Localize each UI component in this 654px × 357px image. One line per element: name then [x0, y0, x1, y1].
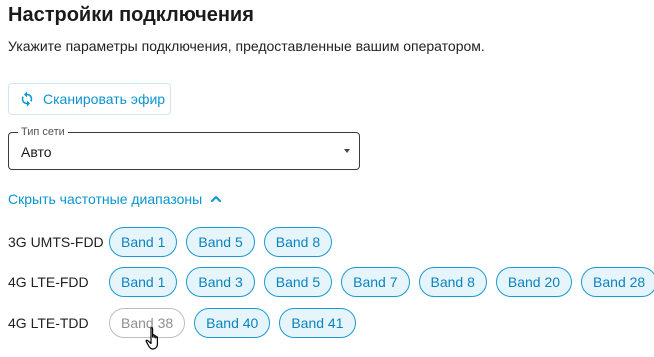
band-group-4g-lte-fdd: Band 1 Band 3 Band 5 Band 7 Band 8 Band … — [109, 267, 654, 297]
page-subtitle: Укажите параметры подключения, предостав… — [8, 38, 485, 54]
band-chip[interactable]: Band 8 — [418, 267, 487, 297]
band-chip[interactable]: Band 8 — [263, 227, 333, 257]
hide-bands-label: Скрыть частотные диапазоны — [8, 191, 203, 207]
band-chip[interactable]: Band 41 — [279, 308, 356, 338]
band-chip[interactable]: Band 7 — [341, 267, 410, 297]
network-type-select[interactable]: Тип сети Авто — [8, 125, 360, 170]
dropdown-arrow-icon — [344, 149, 350, 153]
band-chip[interactable]: Band 5 — [263, 267, 333, 297]
band-group-label-4g-lte-tdd: 4G LTE-TDD — [8, 315, 89, 331]
network-type-legend: Тип сети — [18, 125, 68, 139]
scan-air-label: Сканировать эфир — [43, 91, 166, 107]
network-type-value: Авто — [21, 144, 52, 160]
scan-air-button[interactable]: Сканировать эфир — [8, 83, 171, 115]
page-title: Настройки подключения — [8, 4, 254, 26]
band-group-3g-umts-fdd: Band 1 Band 5 Band 8 — [109, 227, 333, 257]
band-chip[interactable]: Band 1 — [109, 267, 178, 297]
hide-bands-toggle[interactable]: Скрыть частотные диапазоны — [8, 191, 222, 207]
chevron-up-icon — [210, 193, 222, 205]
band-chip[interactable]: Band 40 — [194, 308, 271, 338]
band-chip[interactable]: Band 20 — [495, 267, 573, 297]
band-chip[interactable]: Band 5 — [186, 227, 255, 257]
band-chip[interactable]: Band 28 — [581, 267, 654, 297]
band-group-label-3g-umts-fdd: 3G UMTS-FDD — [8, 234, 104, 250]
refresh-icon — [18, 90, 36, 108]
band-chip[interactable]: Band 1 — [109, 227, 178, 257]
band-chip[interactable]: Band 3 — [186, 267, 255, 297]
hand-pointer-cursor-icon — [145, 326, 165, 352]
band-group-label-4g-lte-fdd: 4G LTE-FDD — [8, 274, 89, 290]
